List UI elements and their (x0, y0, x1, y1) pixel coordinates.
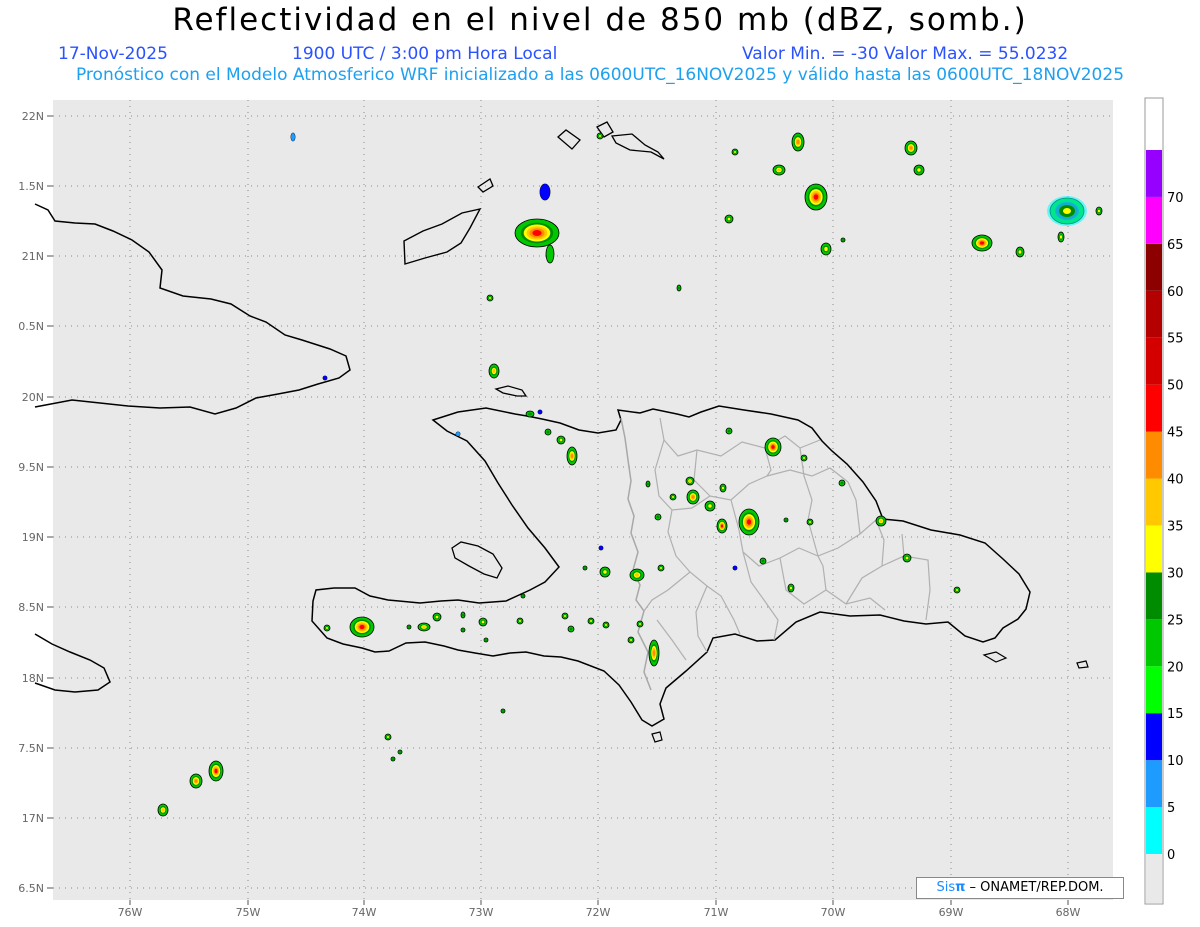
colorbar-swatch (1146, 760, 1162, 808)
colorbar-swatch (1146, 150, 1162, 197)
colorbar-swatch (1146, 478, 1162, 526)
lon-tick-label: 71W (704, 906, 729, 919)
lat-tick-label: 20N (22, 391, 44, 404)
lat-tick-label: 22N (22, 110, 44, 123)
colorbar: 0 5 10 15 20 25 30 35 40 45 50 55 60 65 70 (1144, 97, 1184, 905)
lon-tick-label: 73W (469, 906, 494, 919)
lon-tick-label: 68W (1056, 906, 1081, 919)
lon-tick-label: 72W (586, 906, 611, 919)
lat-tick-label: 18N (22, 672, 44, 685)
lat-tick-label: 1.5N (18, 180, 44, 193)
colorbar-label: 15 (1167, 707, 1184, 722)
colorbar-swatch (1146, 196, 1162, 244)
colorbar-label: 30 (1167, 566, 1184, 581)
colorbar-label: 25 (1167, 613, 1184, 628)
colorbar-swatch (1146, 384, 1162, 432)
colorbar-label: 35 (1167, 519, 1184, 534)
lon-tick-label: 75W (236, 906, 261, 919)
colorbar-swatch (1146, 290, 1162, 338)
reflectivity-map: 22N 1.5N 21N 0.5N 20N 9.5N 19N 8.5N 18N 7.5N 17N 6.… (18, 97, 1184, 919)
colorbar-swatch (1146, 666, 1162, 714)
colorbar-label: 10 (1167, 754, 1184, 769)
credit-box: Sisπ – ONAMET/REP.DOM. (916, 877, 1124, 899)
colorbar-swatch (1146, 807, 1162, 854)
credit-pi: π (955, 880, 966, 895)
colorbar-swatch (1146, 713, 1162, 761)
colorbar-label: 0 (1167, 848, 1175, 863)
colorbar-label: 40 (1167, 473, 1184, 488)
lon-tick-label: 69W (939, 906, 964, 919)
lat-tick-label: 0.5N (18, 320, 44, 333)
lat-tick-label: 8.5N (18, 601, 44, 614)
colorbar-label: 20 (1167, 660, 1184, 675)
map-area (53, 100, 1113, 900)
colorbar-label: 65 (1167, 238, 1184, 253)
colorbar-label: 70 (1167, 191, 1184, 206)
colorbar-swatch (1146, 243, 1162, 291)
lat-tick-label: 7.5N (18, 742, 44, 755)
colorbar-swatch (1146, 572, 1162, 620)
credit-text: – ONAMET/REP.DOM. (965, 880, 1104, 895)
lon-tick-label: 70W (821, 906, 846, 919)
lon-tick-label: 76W (118, 906, 143, 919)
lat-tick-label: 19N (22, 531, 44, 544)
colorbar-label: 55 (1167, 332, 1184, 347)
colorbar-swatch (1146, 431, 1162, 479)
lon-tick-label: 74W (352, 906, 377, 919)
lat-tick-label: 9.5N (18, 461, 44, 474)
colorbar-label: 50 (1167, 379, 1184, 394)
colorbar-swatch (1146, 525, 1162, 573)
colorbar-label: 60 (1167, 285, 1184, 300)
lat-tick-label: 17N (22, 812, 44, 825)
lat-tick-label: 21N (22, 250, 44, 263)
colorbar-swatch (1146, 337, 1162, 385)
colorbar-swatch (1146, 619, 1162, 667)
lat-tick-label: 6.5N (18, 882, 44, 895)
colorbar-label: 5 (1167, 801, 1175, 816)
colorbar-label: 45 (1167, 426, 1184, 441)
credit-sis: Sis (936, 880, 956, 895)
